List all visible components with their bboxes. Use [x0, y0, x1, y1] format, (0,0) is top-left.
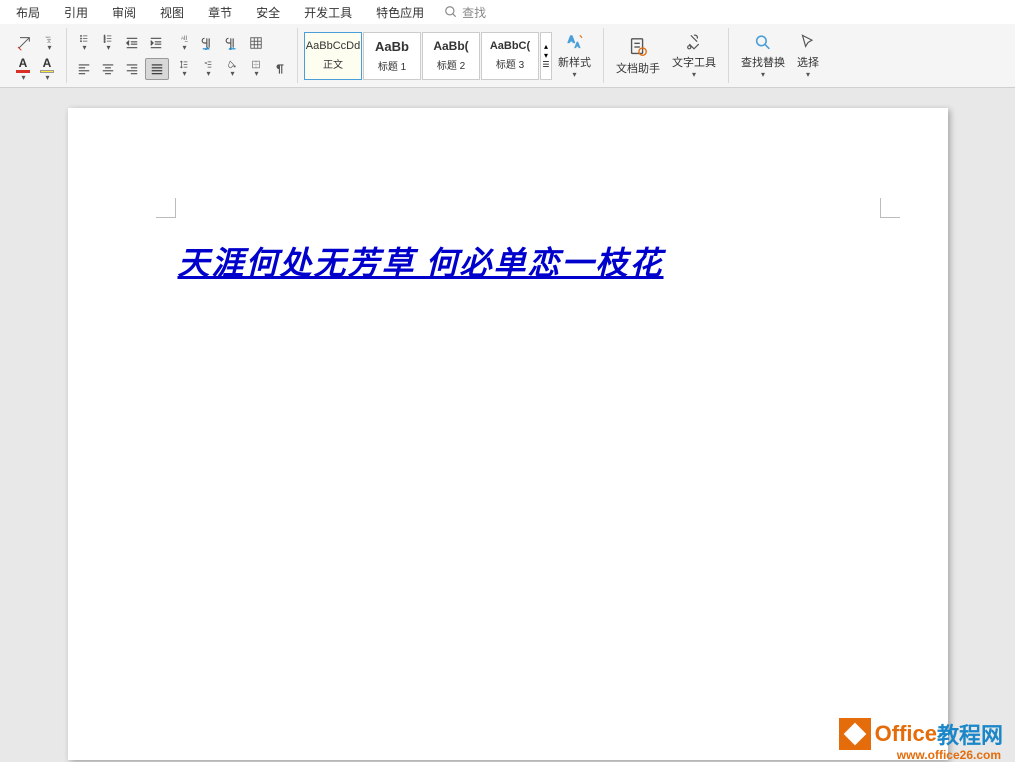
phonetic-button[interactable]: wén文▾ [38, 32, 60, 54]
style-label: 标题 1 [378, 58, 406, 73]
tab-button[interactable]: ▾ [197, 58, 219, 80]
text-tool-button[interactable]: 文字工具▾ [666, 29, 722, 83]
svg-text:A: A [181, 35, 184, 40]
style-preview: AaBbC( [482, 40, 538, 52]
style-heading-3[interactable]: AaBbC( 标题 3 [481, 32, 539, 80]
menu-view[interactable]: 视图 [148, 0, 196, 24]
watermark-icon [839, 718, 871, 750]
document-text[interactable]: 天涯何处无芳草 何必单恋一枝花 [178, 238, 838, 284]
doc-helper-button[interactable]: 文档助手 [610, 29, 666, 83]
style-label: 正文 [323, 56, 343, 71]
document-area: 天涯何处无芳草 何必单恋一枝花 [0, 88, 1015, 760]
align-right-button[interactable] [121, 58, 143, 80]
align-center-button[interactable] [97, 58, 119, 80]
ribbon-group-tools: 文档助手 文字工具▾ [604, 28, 729, 83]
menu-bar: 布局 引用 审阅 视图 章节 安全 开发工具 特色应用 查找 [0, 0, 1015, 24]
doc-helper-label: 文档助手 [616, 60, 660, 76]
style-preview: AaBbCcDd [305, 40, 361, 52]
text-direction-button[interactable]: A▾ [173, 32, 195, 54]
style-heading-2[interactable]: AaBb( 标题 2 [422, 32, 480, 80]
select-label: 选择 [797, 54, 819, 70]
align-left-button[interactable] [73, 58, 95, 80]
watermark-brand-1: Office [875, 721, 937, 747]
svg-text:A: A [575, 41, 580, 49]
rtl-button[interactable] [221, 32, 243, 54]
menu-special[interactable]: 特色应用 [364, 0, 436, 24]
margin-mark-top-left [156, 198, 176, 218]
ribbon: wén文▾ A▾ A▾ ▾ 123▾ A▾ [0, 24, 1015, 88]
menu-devtools[interactable]: 开发工具 [292, 0, 364, 24]
style-label: 标题 3 [496, 56, 524, 71]
highlight-button[interactable]: A▾ [36, 58, 58, 80]
outdent-button[interactable] [121, 32, 143, 54]
style-gallery: AaBbCcDd 正文 AaBb 标题 1 AaBb( 标题 2 AaBbC( … [304, 32, 552, 80]
watermark-brand-2: 教程网 [937, 718, 1003, 750]
ltr-button[interactable] [197, 32, 219, 54]
text-tool-label: 文字工具 [672, 54, 716, 70]
paragraph-mark-button[interactable] [269, 58, 291, 80]
watermark: Office教程网 [839, 718, 1003, 750]
select-button[interactable]: 选择▾ [791, 29, 825, 83]
bullets-button[interactable]: ▾ [73, 32, 95, 54]
search-box[interactable]: 查找 [444, 4, 486, 21]
search-placeholder: 查找 [462, 4, 486, 21]
menu-chapter[interactable]: 章节 [196, 0, 244, 24]
style-heading-1[interactable]: AaBb 标题 1 [363, 32, 421, 80]
insert-table-button[interactable] [245, 32, 267, 54]
ribbon-group-format: wén文▾ A▾ A▾ [6, 28, 67, 83]
search-icon [444, 5, 458, 19]
style-label: 标题 2 [437, 57, 465, 72]
style-gallery-dropdown[interactable]: ▴▾☰ [540, 32, 552, 80]
borders-button[interactable]: ▾ [245, 58, 267, 80]
document-page[interactable]: 天涯何处无芳草 何必单恋一枝花 [68, 108, 948, 760]
new-style-button[interactable]: AA 新样式▾ [552, 29, 597, 83]
style-preview: AaBb [364, 39, 420, 54]
line-spacing-button[interactable]: ▾ [173, 58, 195, 80]
style-preview: AaBb( [423, 39, 479, 53]
clear-format-button[interactable] [12, 32, 36, 54]
menu-references[interactable]: 引用 [52, 0, 100, 24]
menu-layout[interactable]: 布局 [4, 0, 52, 24]
menu-review[interactable]: 审阅 [100, 0, 148, 24]
numbering-button[interactable]: 123▾ [97, 32, 119, 54]
find-replace-button[interactable]: 查找替换▾ [735, 29, 791, 83]
indent-button[interactable] [145, 32, 167, 54]
menu-security[interactable]: 安全 [244, 0, 292, 24]
ribbon-group-paragraph: ▾ 123▾ A▾ ▾ ▾ ▾ ▾ [67, 28, 298, 83]
font-color-button[interactable]: A▾ [12, 58, 34, 80]
ribbon-group-styles: AaBbCcDd 正文 AaBb 标题 1 AaBb( 标题 2 AaBbC( … [298, 28, 604, 83]
svg-text:A: A [567, 34, 574, 45]
align-justify-button[interactable] [145, 58, 169, 80]
style-normal[interactable]: AaBbCcDd 正文 [304, 32, 362, 80]
new-style-label: 新样式 [558, 54, 591, 70]
ribbon-group-find: 查找替换▾ 选择▾ [729, 28, 831, 83]
find-replace-label: 查找替换 [741, 54, 785, 70]
margin-mark-top-right [880, 198, 900, 218]
shading-button[interactable]: ▾ [221, 58, 243, 80]
